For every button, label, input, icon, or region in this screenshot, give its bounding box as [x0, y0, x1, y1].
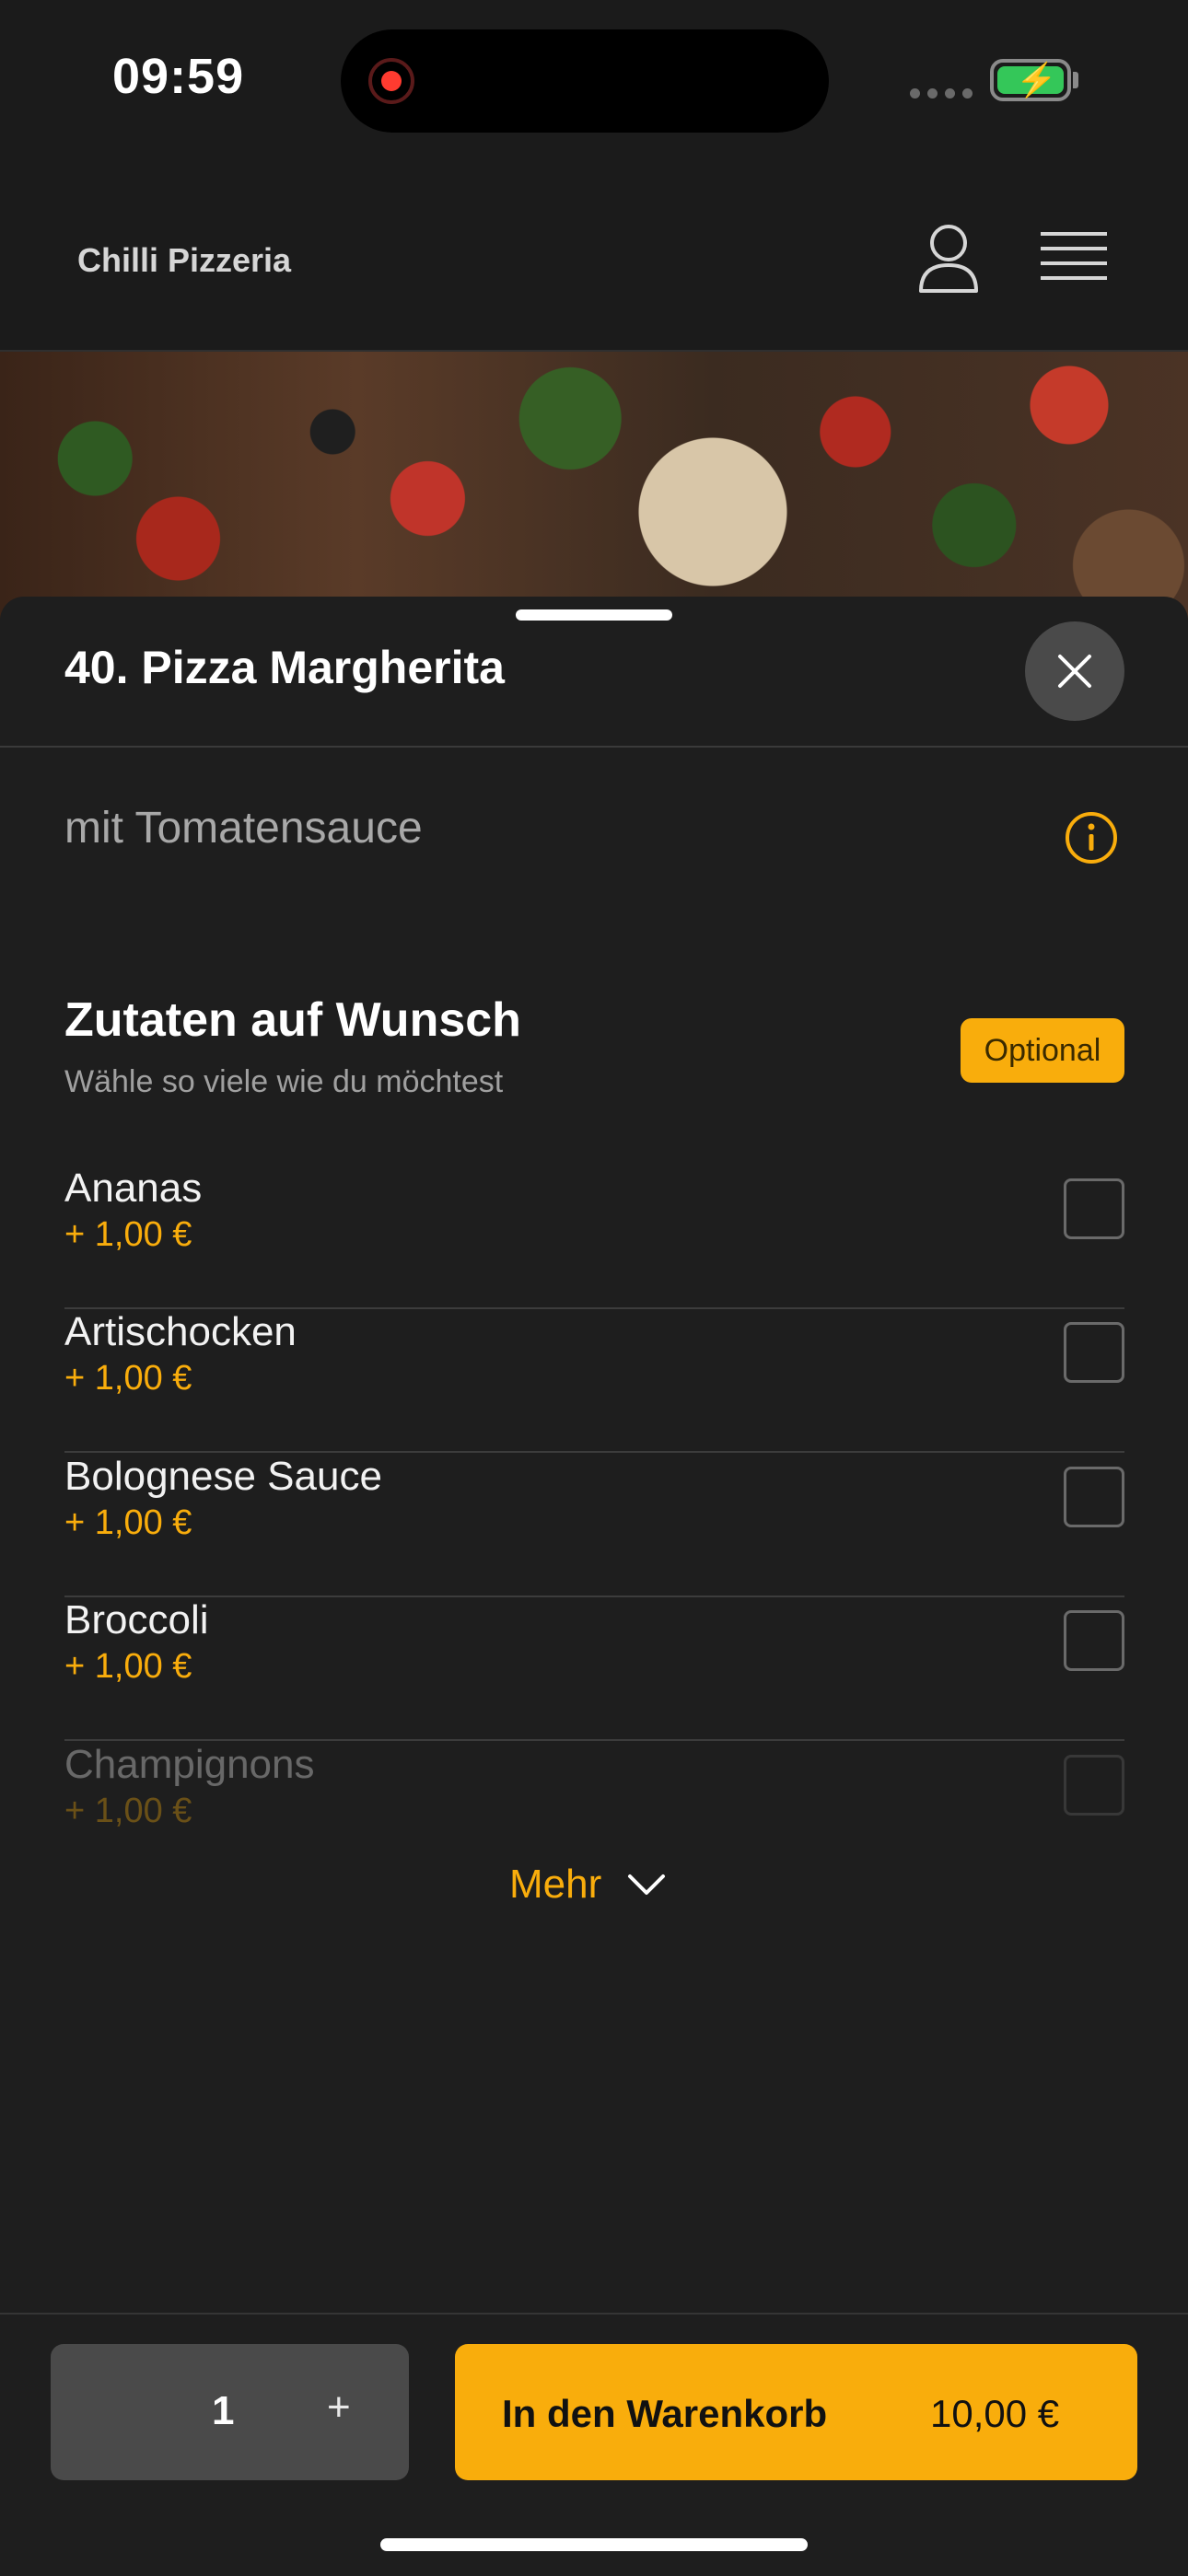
chevron-down-icon	[628, 1874, 666, 1895]
divider	[64, 1451, 1124, 1453]
product-description: mit Tomatensauce	[64, 804, 423, 853]
battery-tip	[1073, 72, 1078, 88]
option-price: + 1,00 €	[64, 1215, 192, 1254]
close-button[interactable]	[1025, 621, 1124, 721]
option-item-broccoli[interactable]: Broccoli + 1,00 €	[64, 1597, 1124, 1741]
option-checkbox[interactable]	[1064, 1322, 1124, 1383]
hero-pizza-image	[0, 352, 1188, 619]
option-price: + 1,00 €	[64, 1359, 192, 1398]
option-item-artischocken[interactable]: Artischocken + 1,00 €	[64, 1309, 1124, 1453]
show-more-label: Mehr	[509, 1862, 602, 1907]
product-title: 40. Pizza Margherita	[64, 642, 505, 693]
extras-title: Zutaten auf Wunsch	[64, 993, 521, 1047]
option-name: Ananas	[64, 1166, 203, 1211]
option-name: Bolognese Sauce	[64, 1454, 382, 1499]
info-icon[interactable]	[1064, 810, 1119, 865]
option-price: + 1,00 €	[64, 1503, 192, 1542]
status-time: 09:59	[112, 49, 245, 104]
extras-subtitle: Wähle so viele wie du möchtest	[64, 1064, 504, 1099]
menu-icon[interactable]	[1041, 230, 1107, 284]
option-price: + 1,00 €	[64, 1647, 192, 1686]
home-indicator[interactable]	[380, 2538, 808, 2551]
add-to-cart-label: In den Warenkorb	[502, 2392, 828, 2435]
option-checkbox[interactable]	[1064, 1610, 1124, 1671]
optional-badge: Optional	[961, 1018, 1124, 1083]
option-item-bolognese-sauce[interactable]: Bolognese Sauce + 1,00 €	[64, 1454, 1124, 1597]
option-checkbox[interactable]	[1064, 1755, 1124, 1816]
option-name: Champignons	[64, 1742, 315, 1787]
divider	[64, 1739, 1124, 1741]
record-indicator-icon	[368, 58, 414, 104]
show-more-button[interactable]: Mehr	[509, 1862, 666, 1908]
brand-name[interactable]: Chilli Pizzeria	[77, 241, 291, 280]
option-checkbox[interactable]	[1064, 1178, 1124, 1239]
cart-total-price: 10,00 €	[930, 2392, 1060, 2435]
increment-button[interactable]: +	[327, 2385, 351, 2431]
quantity-value: 1	[212, 2388, 235, 2433]
battery-charging-icon: ⚡	[990, 59, 1071, 101]
sheet-grabber[interactable]	[516, 609, 672, 621]
user-icon[interactable]	[916, 221, 981, 295]
option-name: Broccoli	[64, 1597, 209, 1642]
divider	[0, 746, 1188, 748]
option-price: + 1,00 €	[64, 1792, 192, 1830]
signal-icon	[910, 88, 973, 99]
option-item-ananas[interactable]: Ananas + 1,00 €	[64, 1166, 1124, 1309]
option-checkbox[interactable]	[1064, 1467, 1124, 1527]
close-icon	[1058, 655, 1091, 688]
option-name: Artischocken	[64, 1309, 297, 1354]
